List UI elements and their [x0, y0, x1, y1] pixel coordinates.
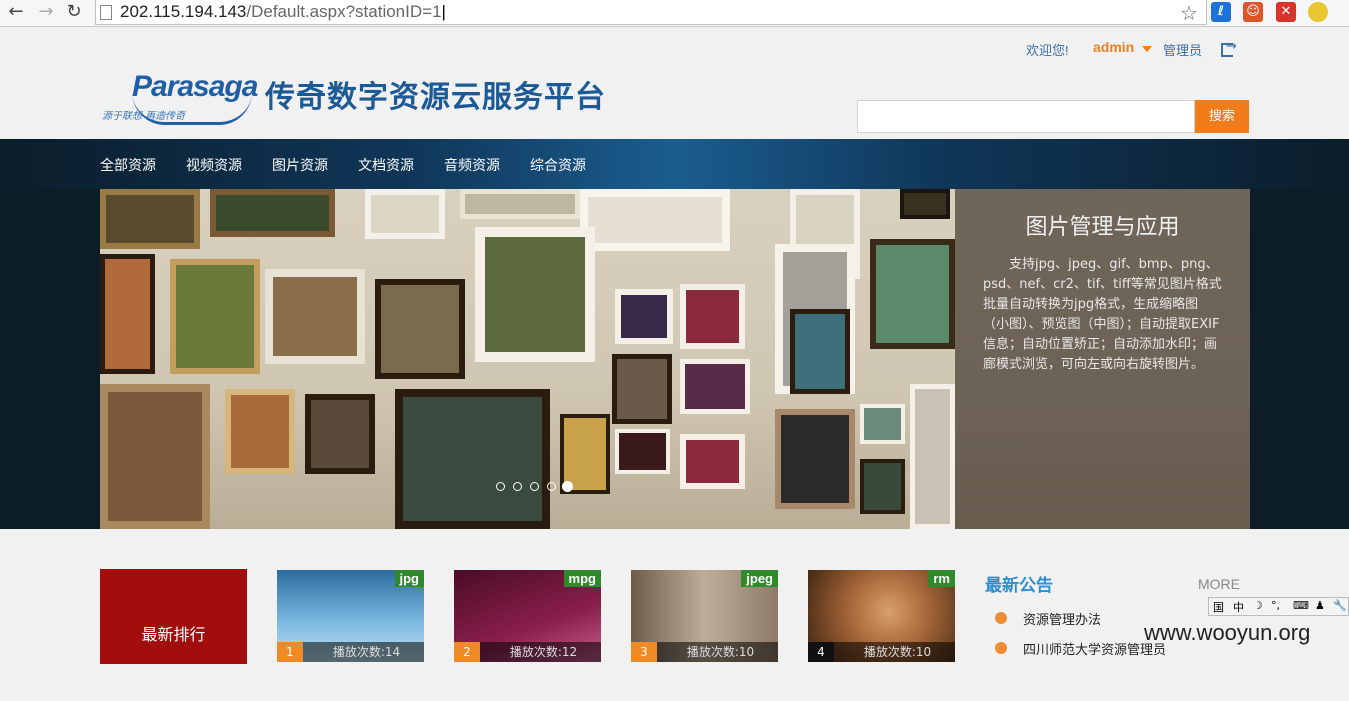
address-bar[interactable]: 202.115.194.143/Default.aspx?stationID=1…: [95, 0, 1207, 25]
logo-wordmark: Parasaga: [132, 70, 258, 103]
ranking-item[interactable]: jpg 1 播放次数:14: [277, 570, 424, 662]
ime-wrench-icon[interactable]: 🔧: [1333, 599, 1347, 612]
ime-keyboard-icon[interactable]: ⌨: [1293, 599, 1309, 612]
role-link[interactable]: 管理员: [1163, 40, 1202, 59]
search-input[interactable]: [857, 100, 1195, 133]
ime-moon-icon[interactable]: ☽: [1253, 599, 1263, 612]
back-arrow-icon[interactable]: ←: [6, 2, 26, 22]
banner-caption: 图片管理与应用 支持jpg、jpeg、gif、bmp、png、psd、nef、c…: [955, 189, 1250, 529]
bullet-icon: [995, 642, 1007, 654]
page-icon: [100, 5, 112, 20]
carousel-dot[interactable]: [513, 482, 522, 491]
ime-user-icon[interactable]: ♟: [1315, 599, 1325, 612]
forward-arrow-icon[interactable]: →: [36, 2, 56, 22]
caret-down-icon[interactable]: [1142, 46, 1152, 52]
site-title: 传奇数字资源云服务平台: [265, 80, 606, 115]
latest-ranking-label: 最新排行: [100, 569, 247, 664]
nav-all-resources[interactable]: 全部资源: [100, 155, 156, 175]
banner-description: 支持jpg、jpeg、gif、bmp、png、psd、nef、cr2、tif、t…: [983, 257, 1222, 372]
banner-title: 图片管理与应用: [1025, 215, 1180, 240]
nav-audio-resources[interactable]: 音频资源: [444, 155, 500, 175]
reload-icon[interactable]: ↻: [64, 2, 84, 22]
user-bar: 欢迎您! admin 管理员 →: [0, 38, 1349, 58]
format-badge: jpg: [394, 570, 424, 587]
site-logo[interactable]: Parasaga 源于联想 再造传奇: [102, 70, 258, 128]
extension-red-icon[interactable]: ✕: [1276, 2, 1296, 22]
nav-image-resources[interactable]: 图片资源: [272, 155, 328, 175]
play-count: 播放次数:10: [863, 645, 932, 659]
carousel-dot[interactable]: [496, 482, 505, 491]
play-count-bar: 3 播放次数:10: [631, 642, 778, 662]
nav-mixed-resources[interactable]: 综合资源: [530, 155, 586, 175]
welcome-text: 欢迎您!: [1026, 43, 1069, 58]
ranking-item[interactable]: rm 4 播放次数:10: [808, 570, 955, 662]
ranking-item[interactable]: mpg 2 播放次数:12: [454, 570, 601, 662]
browser-toolbar: ← → ↻ 202.115.194.143/Default.aspx?stati…: [0, 0, 1349, 27]
play-count-bar: 1 播放次数:14: [277, 642, 424, 662]
ime-punctuation-icon[interactable]: °,: [1271, 599, 1280, 612]
play-count: 播放次数:10: [686, 645, 755, 659]
rank-number: 2: [454, 642, 480, 662]
rank-number: 4: [808, 642, 834, 662]
banner-carousel[interactable]: 图片管理与应用 支持jpg、jpeg、gif、bmp、png、psd、nef、c…: [100, 189, 1250, 529]
nav-video-resources[interactable]: 视频资源: [186, 155, 242, 175]
extension-blue-icon[interactable]: ℓ: [1211, 2, 1231, 22]
address-text[interactable]: 202.115.194.143/Default.aspx?stationID=1…: [120, 2, 446, 22]
search-button[interactable]: 搜索: [1195, 100, 1249, 133]
play-count: 播放次数:12: [509, 645, 578, 659]
format-badge: mpg: [563, 570, 601, 587]
notice-link[interactable]: 资源管理办法: [1023, 609, 1101, 628]
extension-orange-icon[interactable]: ☺: [1243, 2, 1263, 22]
bookmark-star-icon[interactable]: ☆: [1180, 1, 1198, 25]
carousel-dot[interactable]: [530, 482, 539, 491]
ime-lang-toggle[interactable]: 中: [1233, 599, 1244, 615]
more-link[interactable]: MORE: [1198, 576, 1240, 592]
logo-slogan: 源于联想 再造传奇: [102, 111, 186, 122]
play-count-bar: 4 播放次数:10: [808, 642, 955, 662]
nav-document-resources[interactable]: 文档资源: [358, 155, 414, 175]
format-badge: jpeg: [741, 570, 778, 587]
play-count: 播放次数:14: [332, 645, 401, 659]
rank-number: 1: [277, 642, 303, 662]
notices-title: 最新公告: [985, 576, 1053, 596]
rank-number: 3: [631, 642, 657, 662]
watermark: www.wooyun.org: [1144, 620, 1311, 645]
ime-toolbar[interactable]: 国 中 ☽ °, ⌨ ♟ 🔧: [1208, 597, 1349, 616]
play-count-bar: 2 播放次数:12: [454, 642, 601, 662]
format-badge: rm: [928, 570, 955, 587]
user-menu[interactable]: admin: [1093, 39, 1134, 55]
carousel-dot-active[interactable]: [562, 481, 573, 492]
extension-yellow-icon[interactable]: [1308, 2, 1328, 22]
ranking-item[interactable]: jpeg 3 播放次数:10: [631, 570, 778, 662]
ime-logo-icon[interactable]: 国: [1213, 599, 1224, 615]
logout-arrow-icon[interactable]: →: [1226, 39, 1237, 54]
carousel-dot[interactable]: [547, 482, 556, 491]
bullet-icon: [995, 612, 1007, 624]
